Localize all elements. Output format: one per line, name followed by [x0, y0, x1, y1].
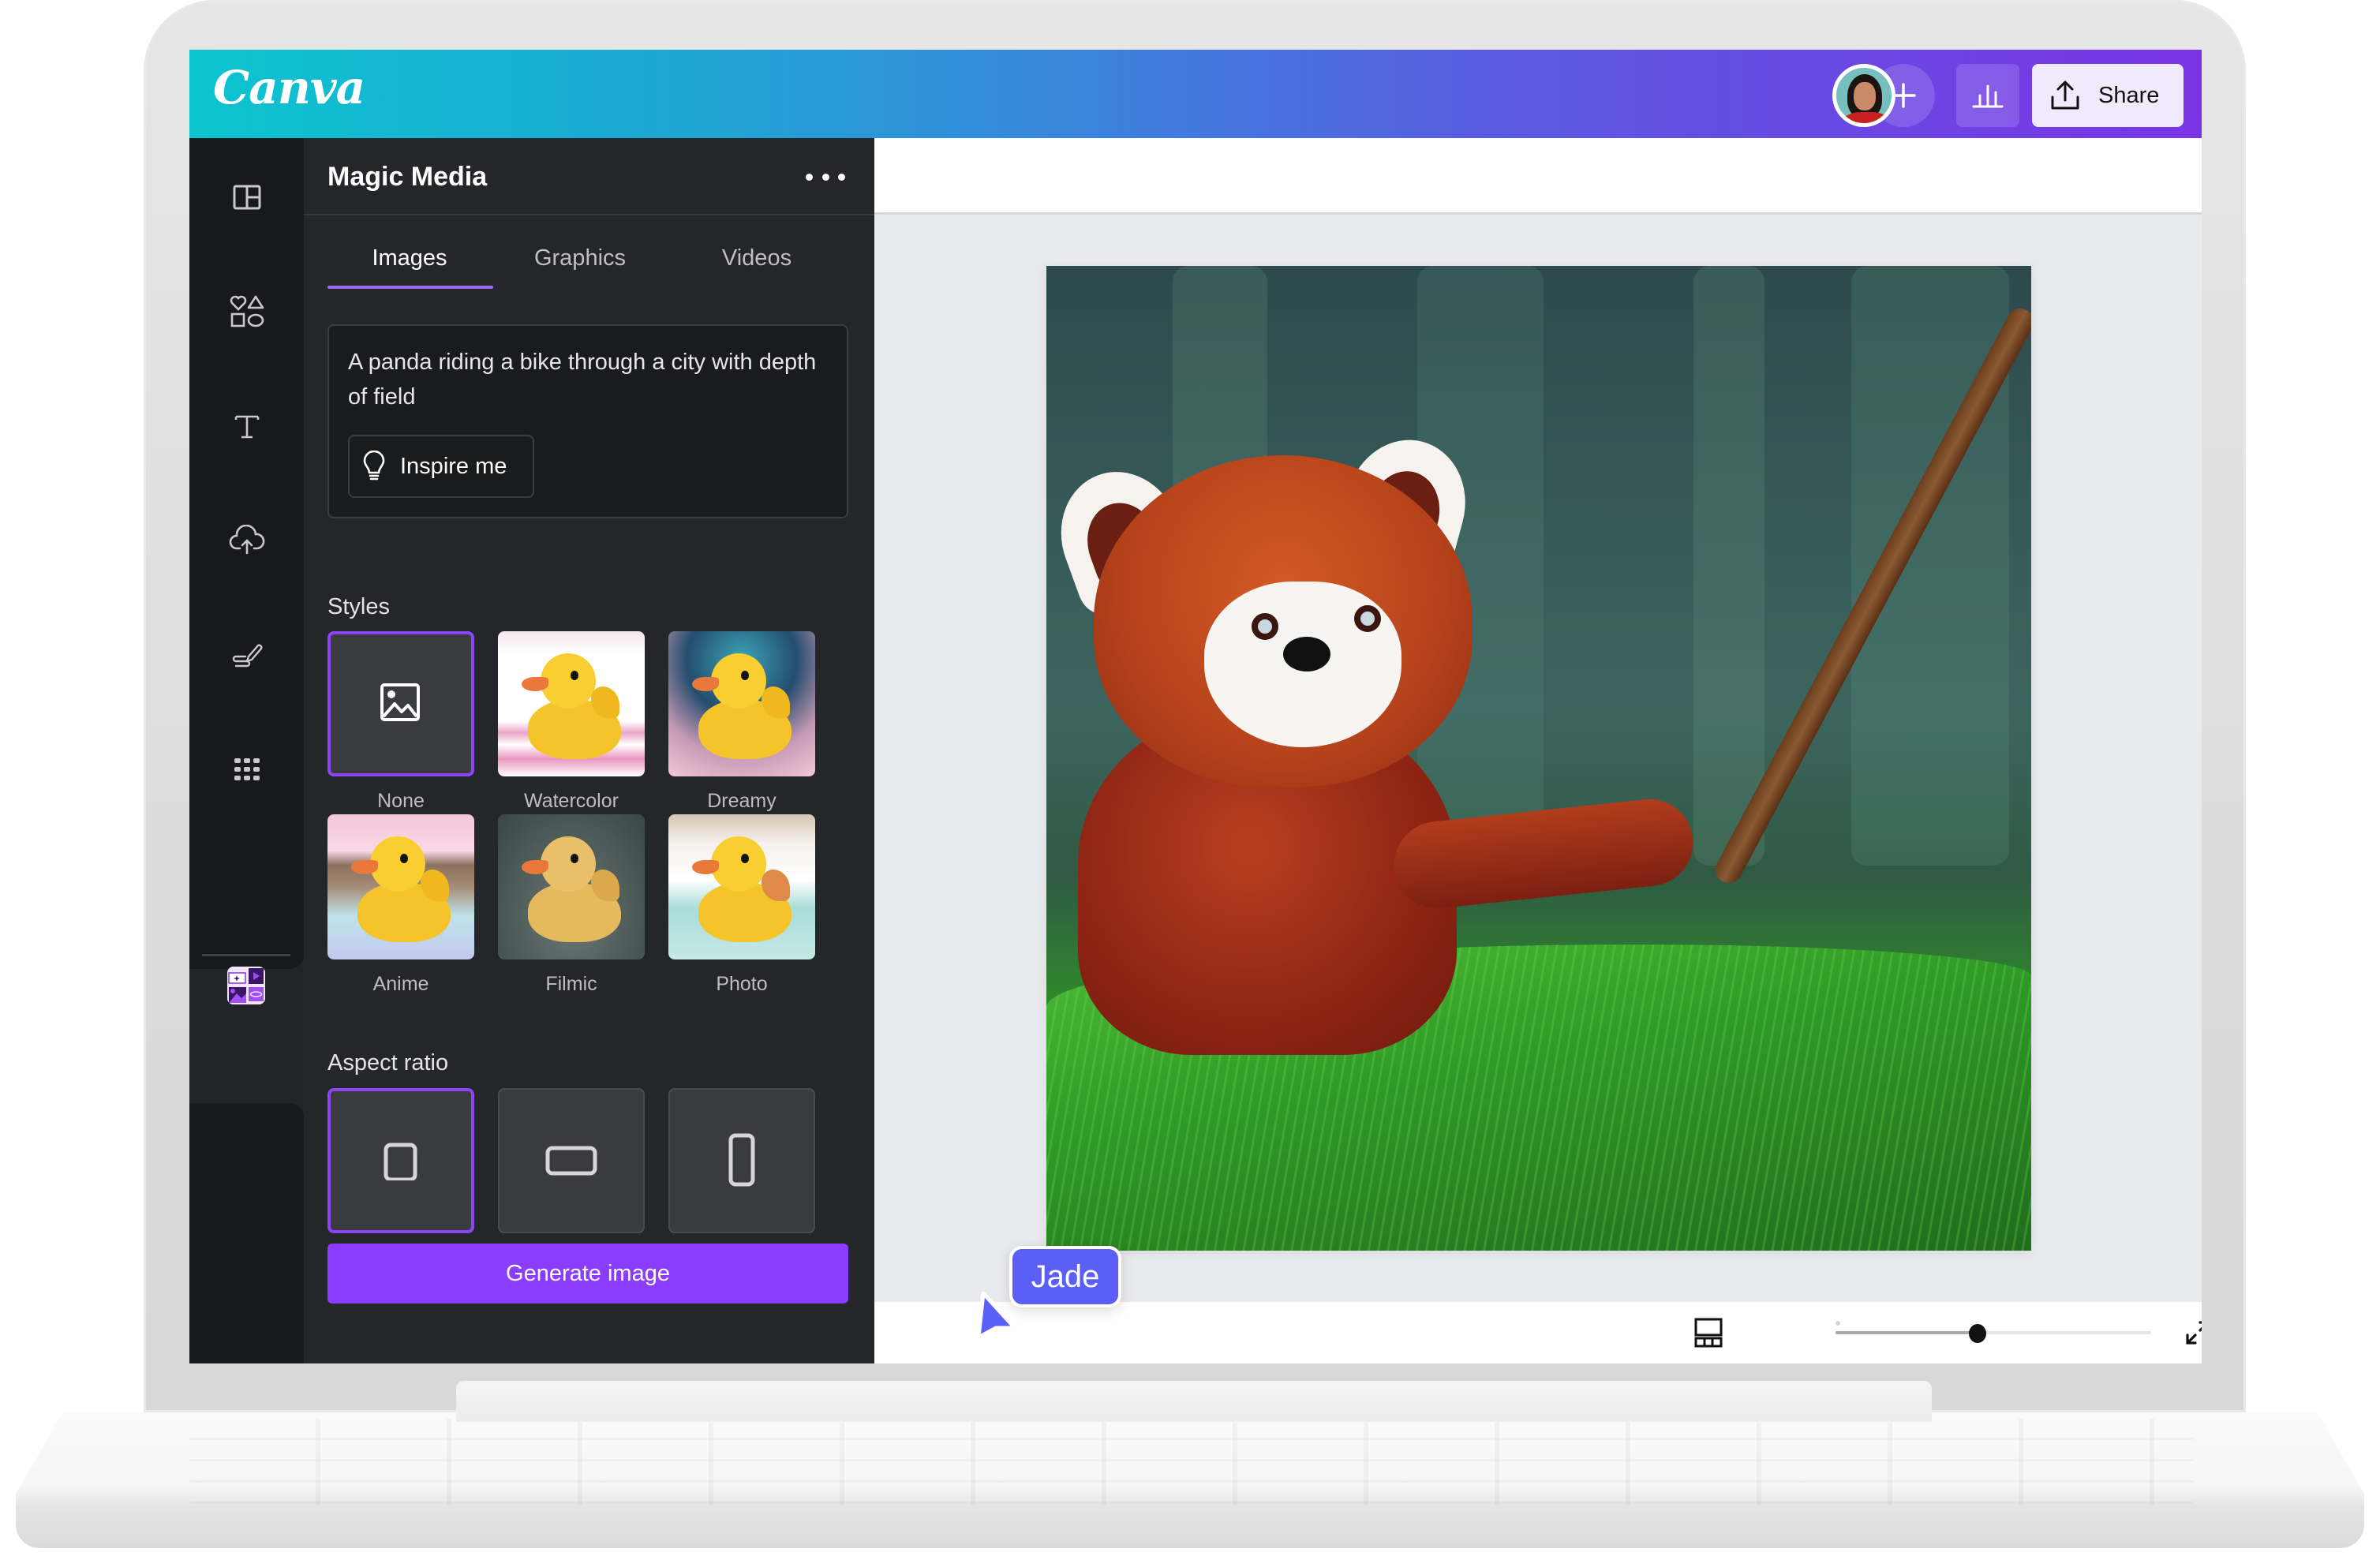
prompt-input[interactable]: A panda riding a bike through a city wit… [327, 324, 848, 518]
sidebar-item-design[interactable] [189, 158, 304, 237]
image-icon [380, 683, 420, 721]
zoom-slider-thumb[interactable] [1969, 1324, 1986, 1343]
tab-videos[interactable]: Videos [678, 245, 836, 271]
more-horizontal-icon [806, 173, 813, 181]
collaborator-name-badge: Jade [1009, 1246, 1121, 1307]
style-label-anime: Anime [372, 973, 429, 995]
upload-icon [2051, 80, 2079, 110]
style-label-dreamy: Dreamy [707, 790, 776, 812]
magic-media-app-icon[interactable] [227, 967, 265, 1004]
sidebar-item-draw[interactable] [189, 615, 304, 694]
zoom-slider-fill [1836, 1331, 1978, 1334]
layout-icon [233, 185, 260, 210]
style-option-watercolor[interactable] [498, 631, 645, 776]
aspect-option-square[interactable] [327, 1088, 474, 1233]
insights-button[interactable] [1956, 64, 2019, 127]
tab-images[interactable]: Images [331, 245, 488, 271]
magic-media-panel: Magic Media Images Graphics Videos A pan… [304, 138, 874, 1363]
photo-duck-thumbnail [668, 814, 815, 959]
shapes-icon [230, 295, 264, 327]
prompt-text[interactable]: A panda riding a bike through a city wit… [348, 345, 821, 414]
style-label-watercolor: Watercolor [524, 790, 619, 812]
sidebar-rail [189, 138, 304, 1363]
style-label-filmic: Filmic [545, 973, 597, 995]
style-label-none: None [377, 790, 425, 812]
page-grid-icon[interactable] [1694, 1318, 1723, 1348]
style-option-dreamy[interactable] [668, 631, 815, 776]
filmic-duck-thumbnail [498, 814, 645, 959]
laptop-hinge [456, 1381, 1932, 1422]
canvas-toolbar [874, 138, 2202, 215]
style-option-filmic[interactable] [498, 814, 645, 959]
collaborator-avatar[interactable] [1832, 64, 1895, 127]
sidebar-item-text[interactable] [189, 387, 304, 466]
sidebar-item-uploads[interactable] [189, 501, 304, 580]
apps-grid-icon [234, 758, 260, 780]
draw-icon [232, 644, 262, 668]
sidebar-divider [202, 954, 290, 956]
sidebar-item-elements[interactable] [189, 272, 304, 351]
style-option-none[interactable] [327, 631, 474, 776]
generate-image-button[interactable]: Generate image [327, 1244, 848, 1304]
top-bar: Canva Share [189, 50, 2202, 138]
more-options-button[interactable] [806, 166, 845, 187]
watercolor-duck-thumbnail [498, 631, 645, 776]
lightbulb-icon [363, 451, 385, 481]
panel-title: Magic Media [327, 162, 488, 192]
panel-divider [304, 214, 874, 215]
tab-graphics[interactable]: Graphics [501, 245, 659, 271]
dreamy-duck-thumbnail [668, 631, 815, 776]
style-option-photo[interactable] [668, 814, 815, 959]
zoom-min-marker [1836, 1321, 1840, 1326]
aspect-ratio-label: Aspect ratio [327, 1050, 449, 1075]
square-icon [384, 1143, 417, 1180]
sidebar-item-apps[interactable] [189, 730, 304, 809]
inspire-me-label: Inspire me [400, 453, 507, 479]
expand-icon[interactable] [2184, 1319, 2202, 1346]
style-label-photo: Photo [716, 973, 768, 995]
styles-label: Styles [327, 594, 390, 619]
inspire-me-button[interactable]: Inspire me [348, 435, 534, 498]
zoom-slider[interactable] [1836, 1324, 2151, 1343]
share-label: Share [2098, 82, 2160, 108]
canvas-footer [874, 1302, 2202, 1363]
generated-image-red-panda[interactable] [1046, 266, 2031, 1251]
active-tab-indicator [327, 286, 493, 289]
style-option-anime[interactable] [327, 814, 474, 959]
canva-logo[interactable]: Canva [213, 61, 365, 114]
portrait-icon [728, 1133, 755, 1187]
aspect-option-portrait[interactable] [668, 1088, 815, 1233]
landscape-icon [545, 1146, 597, 1176]
text-icon [234, 415, 259, 439]
bar-chart-icon [1972, 84, 2004, 108]
anime-duck-thumbnail [327, 814, 474, 959]
cloud-upload-icon [229, 525, 264, 555]
canva-editor: Canva Share Magic Media Images Graphics … [189, 50, 2202, 1363]
share-button[interactable]: Share [2032, 64, 2184, 127]
aspect-option-landscape[interactable] [498, 1088, 645, 1233]
laptop-keyboard [189, 1419, 2194, 1506]
